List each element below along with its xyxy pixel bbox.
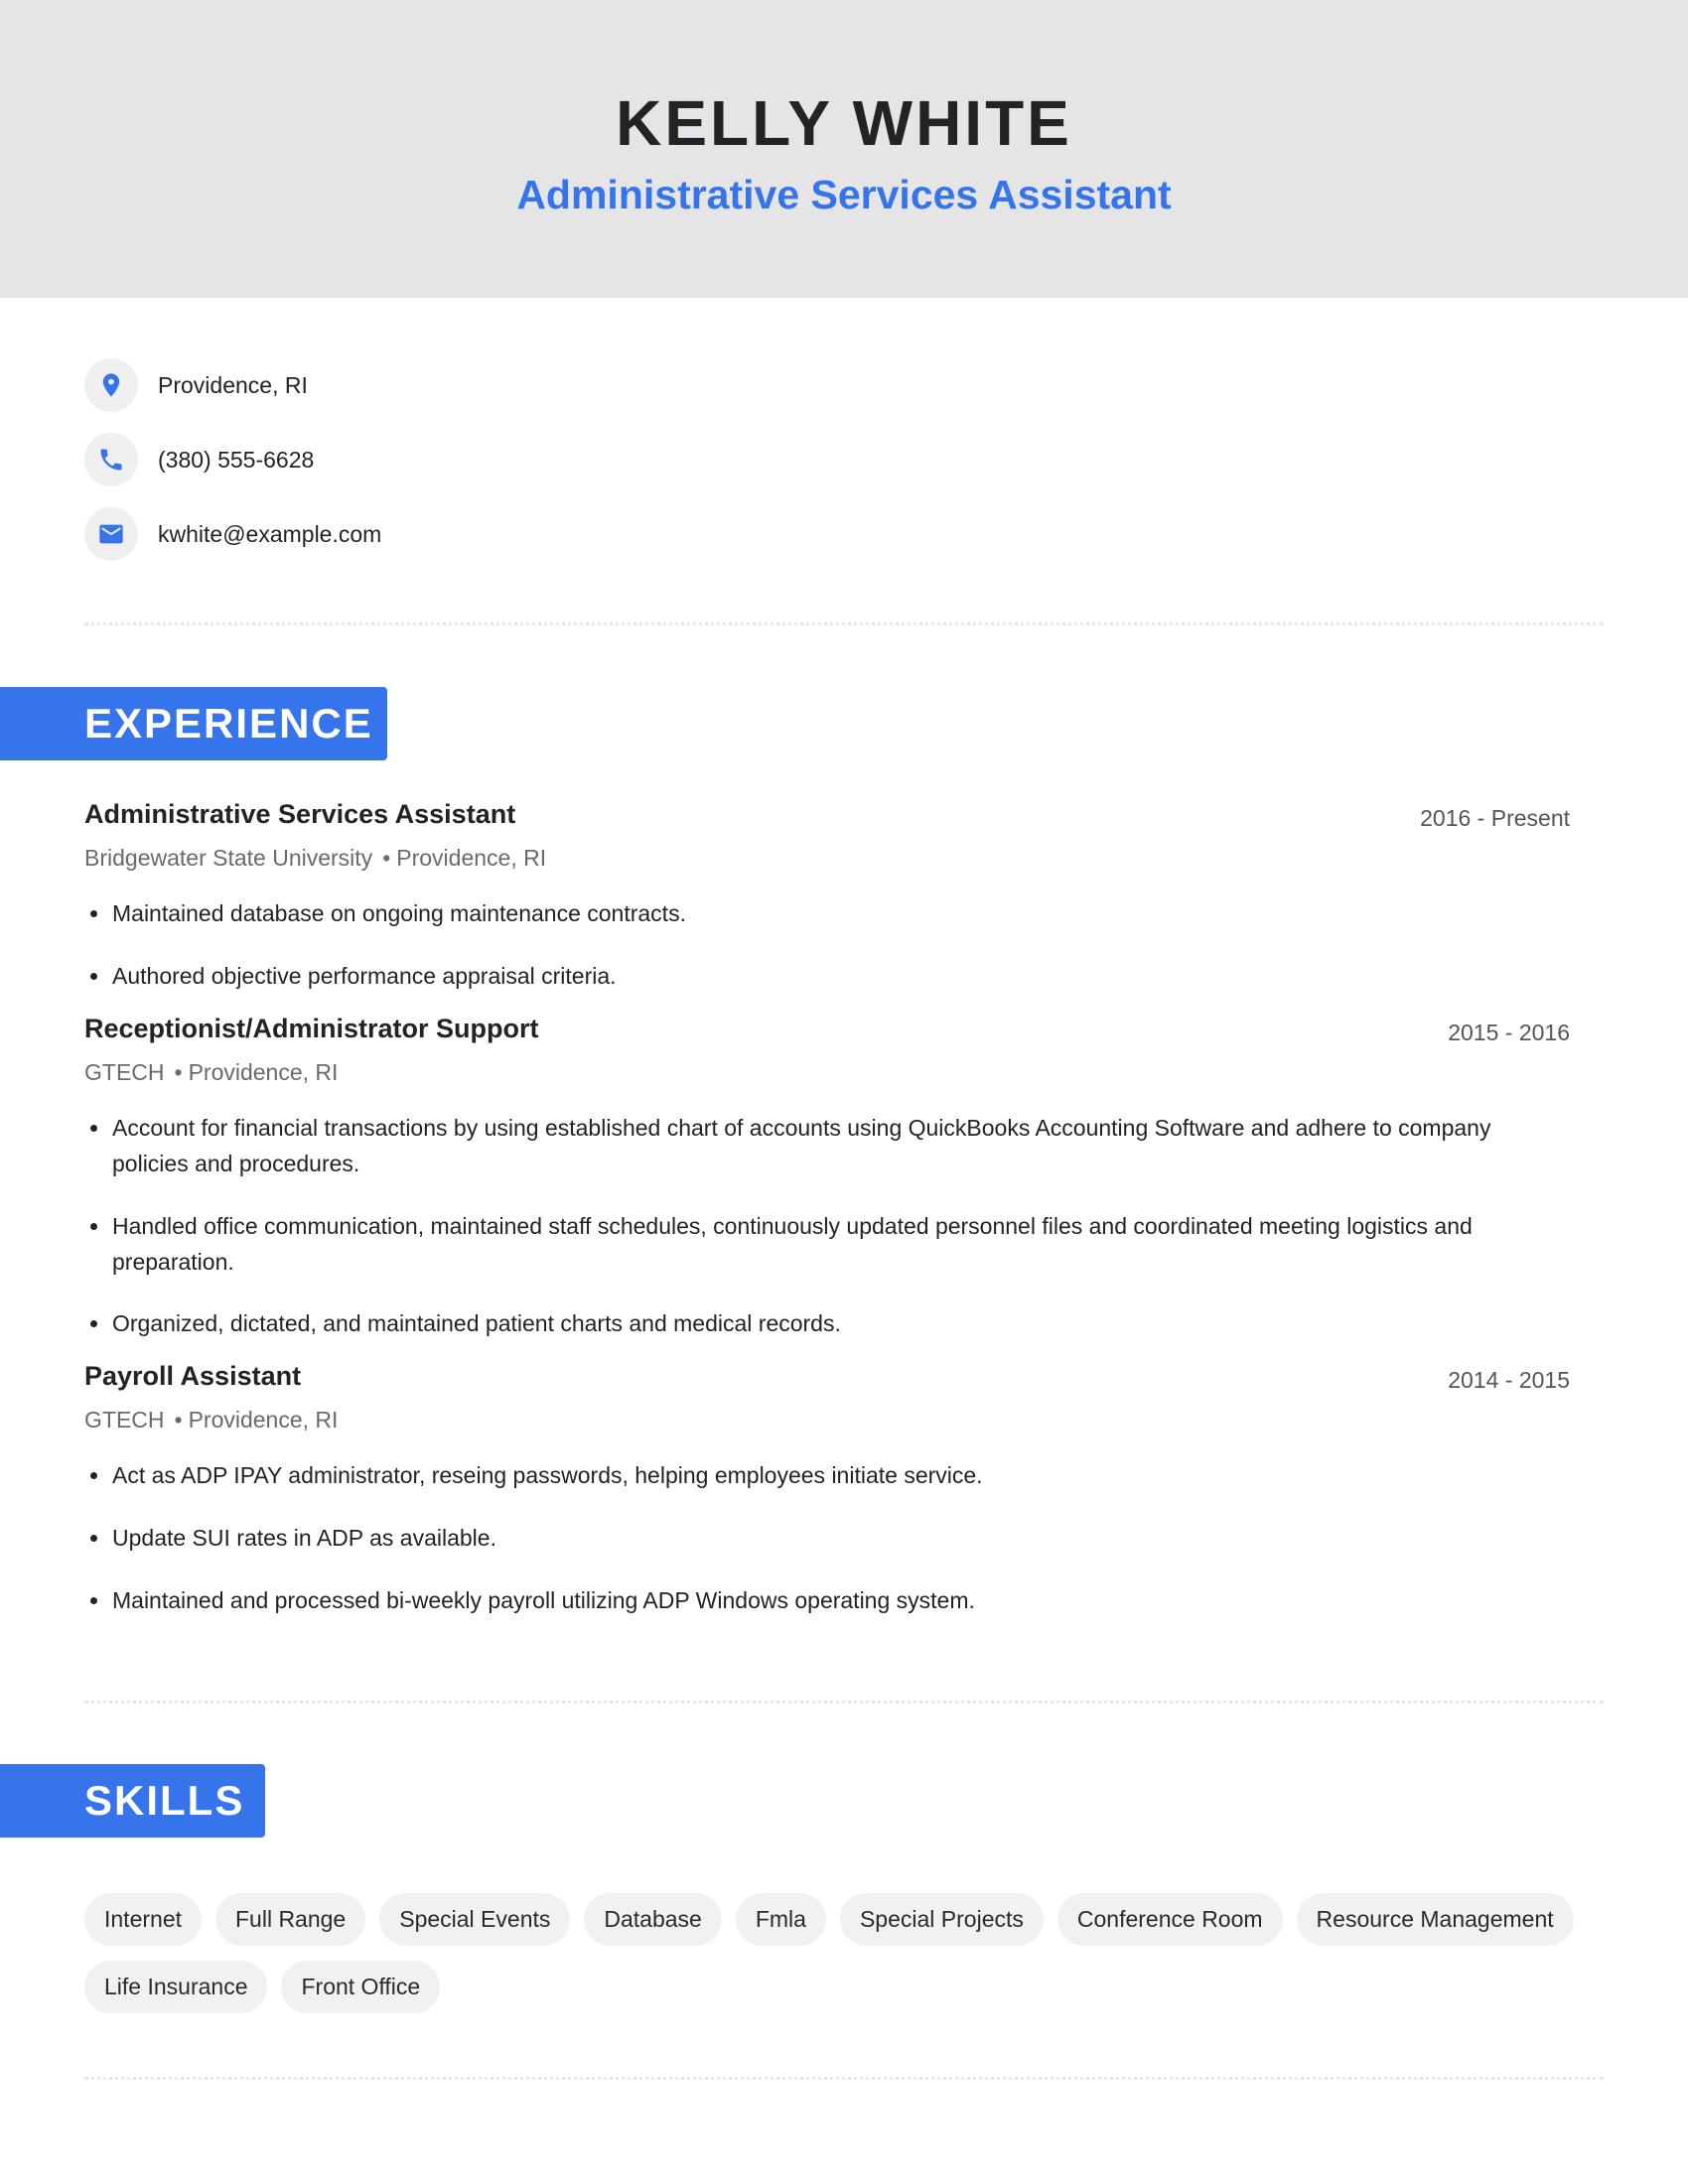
header-band: KELLY WHITE Administrative Services Assi… (0, 0, 1688, 298)
location-text: Providence, RI (158, 371, 308, 398)
skill-pill: Special Events (379, 1893, 571, 1946)
skill-pill: Database (584, 1893, 722, 1946)
skill-pill: Life Insurance (84, 1961, 268, 2013)
experience-title: EXPERIENCE (84, 700, 373, 747)
candidate-name: KELLY WHITE (616, 87, 1072, 159)
job-bullet: Maintained and processed bi-weekly payro… (84, 1582, 1544, 1618)
mail-icon (84, 507, 138, 561)
company-name: Bridgewater State University (84, 845, 373, 871)
company-name: GTECH (84, 1407, 165, 1433)
job-location: Providence, RI (188, 1407, 339, 1433)
phone-text: (380) 555-6628 (158, 446, 315, 473)
job-location: Providence, RI (396, 845, 547, 871)
candidate-headline: Administrative Services Assistant (516, 172, 1172, 217)
skill-pill: Special Projects (839, 1893, 1044, 1946)
email-link[interactable]: kwhite@example.com (158, 521, 381, 548)
skills-section-header: SKILLS (0, 1764, 265, 1838)
company-name: GTECH (84, 1059, 165, 1085)
skill-pill: Resource Management (1296, 1893, 1574, 1946)
job-bullet: Maintained database on ongoing maintenan… (84, 895, 1544, 931)
job-bullet: Update SUI rates in ADP as available. (84, 1520, 1544, 1556)
job-dates: 2016 - Present (1420, 805, 1570, 831)
experience-section-header: EXPERIENCE (0, 687, 387, 760)
job-bullet: Handled office communication, maintained… (84, 1208, 1544, 1280)
job-meta: GTECH • Providence, RI (84, 1059, 338, 1086)
skill-pill: Front Office (281, 1961, 441, 2013)
job-title: Administrative Services Assistant (84, 799, 516, 829)
job-dates: 2015 - 2016 (1448, 1020, 1570, 1045)
job-meta: Bridgewater State University • Providence,… (84, 845, 546, 872)
meta-separator: • (382, 845, 391, 871)
divider (84, 1701, 1604, 1704)
skill-pill: Internet (84, 1893, 202, 1946)
job-meta: GTECH • Providence, RI (84, 1407, 338, 1433)
job-bullet: Act as ADP IPAY administrator, reseing p… (84, 1457, 1544, 1493)
skills-list: Internet Full Range Special Events Datab… (84, 1893, 1633, 2013)
job-location: Providence, RI (188, 1059, 339, 1085)
job-bullet: Organized, dictated, and maintained pati… (84, 1305, 1544, 1341)
contact-phone: (380) 555-6628 (84, 433, 314, 486)
contact-email: kwhite@example.com (84, 507, 381, 561)
job-dates: 2014 - 2015 (1448, 1367, 1570, 1393)
meta-separator: • (174, 1059, 183, 1085)
skill-pill: Full Range (215, 1893, 366, 1946)
meta-separator: • (174, 1407, 183, 1433)
job-bullet: Authored objective performance appraisal… (84, 958, 1544, 994)
divider (84, 2077, 1604, 2080)
skills-title: SKILLS (84, 1777, 245, 1824)
divider (84, 622, 1604, 625)
job-title: Receptionist/Administrator Support (84, 1014, 539, 1043)
contact-location: Providence, RI (84, 358, 308, 412)
map-pin-icon (84, 358, 138, 412)
skill-pill: Fmla (735, 1893, 826, 1946)
job-bullet: Account for financial transactions by us… (84, 1110, 1544, 1181)
job-title: Payroll Assistant (84, 1361, 302, 1391)
phone-icon (84, 433, 138, 486)
skill-pill: Conference Room (1056, 1893, 1283, 1946)
